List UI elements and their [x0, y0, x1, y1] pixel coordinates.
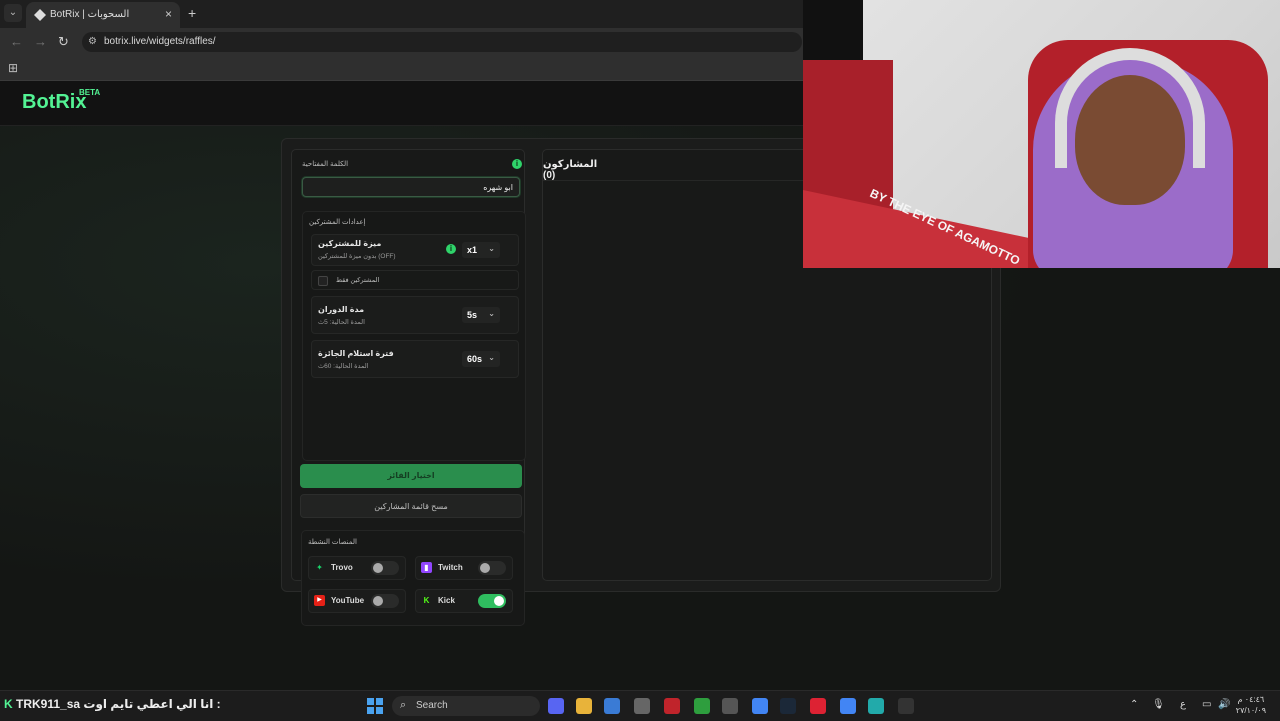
keyword-label: الكلمة المفتاحية — [302, 161, 349, 168]
beta-badge: BETA — [79, 88, 101, 97]
search-placeholder: Search — [416, 700, 448, 711]
subs-only-checkbox[interactable] — [318, 276, 328, 286]
forward-icon[interactable]: → — [34, 34, 47, 49]
kick-toggle[interactable] — [478, 594, 506, 608]
claim-time-row: فترة استلام الجائزة المدة الحالية: 60ث 6… — [311, 340, 519, 378]
chevron-down-icon: ⌄ — [488, 244, 495, 253]
app-icon[interactable] — [898, 698, 914, 714]
subs-only-label: المشتركين فقط — [336, 277, 380, 284]
sub-advantage-info-icon[interactable]: i — [446, 244, 456, 254]
volume-icon[interactable]: 🔊 — [1218, 699, 1230, 710]
clock-date: ٢٧/١٠/٠٩ — [1235, 706, 1266, 715]
spin-duration-row: مدة الدوران المدة الحالية: 5ث 5s ⌄ — [311, 296, 519, 334]
youtube-toggle[interactable] — [371, 594, 399, 608]
discord-icon[interactable] — [548, 698, 564, 714]
app-icon[interactable] — [722, 698, 738, 714]
sub-advantage-title: ميزة للمشتركين — [318, 239, 382, 248]
subscriber-settings: إعدادات المشتركين ميزة للمشتركين بدون مي… — [302, 211, 526, 461]
app-icon[interactable] — [868, 698, 884, 714]
chevron-up-icon[interactable]: ⌃ — [1130, 699, 1138, 710]
spin-duration-subtitle: المدة الحالية: 5ث — [318, 319, 365, 326]
app-icon[interactable] — [664, 698, 680, 714]
spin-duration-title: مدة الدوران — [318, 305, 365, 314]
trovo-icon: ✦ — [316, 563, 323, 572]
toggle-knob — [373, 596, 383, 606]
windows-start-icon[interactable] — [367, 698, 383, 714]
sub-advantage-row: ميزة للمشتركين بدون ميزة للمشتركين (OFF)… — [311, 234, 519, 266]
ticker-user: TRK911_sa — [16, 697, 81, 711]
clear-participants-button[interactable]: مسح قائمة المشاركين — [300, 494, 522, 518]
chrome-icon[interactable] — [840, 698, 856, 714]
clock[interactable]: ٠٤:٤٦ م ٢٧/١٠/٠٩ — [1236, 694, 1266, 716]
toggle-knob — [373, 563, 383, 573]
platform-name: Kick — [438, 596, 455, 605]
keyword-input[interactable]: ابو شهره — [302, 177, 520, 197]
apps-grid-icon[interactable]: ⊞ — [8, 61, 18, 75]
file-explorer-icon[interactable] — [576, 698, 592, 714]
browser-tab[interactable]: BotRix | السحوبات × — [26, 2, 180, 28]
close-icon[interactable]: × — [165, 7, 172, 21]
clock-time: ٠٤:٤٦ م — [1237, 695, 1265, 704]
taskbar: K TRK911_sa انا الي اعطي تايم اوت : ⌕ Se… — [0, 690, 1280, 721]
url-text: botrix.live/widgets/raffles/ — [104, 36, 216, 47]
twitch-icon: ▮ — [421, 562, 432, 573]
participants-title: المشاركون (0) — [543, 159, 598, 181]
tab-title: BotRix | السحوبات — [50, 9, 130, 20]
search-icon: ⌕ — [400, 699, 407, 711]
pick-winner-button[interactable]: اختيار الفائز — [300, 464, 522, 488]
sub-advantage-value: x1 — [467, 245, 478, 255]
spin-duration-value: 5s — [467, 310, 478, 320]
obs-icon[interactable] — [634, 698, 650, 714]
store-icon[interactable] — [604, 698, 620, 714]
xbox-icon[interactable] — [694, 698, 710, 714]
trovo-toggle[interactable] — [371, 561, 399, 575]
twitch-toggle[interactable] — [478, 561, 506, 575]
microphone-icon[interactable]: 🎙 — [1152, 699, 1165, 710]
claim-time-title: فترة استلام الجائزة — [318, 349, 394, 358]
chat-ticker: K TRK911_sa انا الي اعطي تايم اوت : — [4, 697, 221, 711]
toggle-knob — [480, 563, 490, 573]
platform-kick: K Kick — [415, 589, 513, 613]
sub-advantage-subtitle: بدون ميزة للمشتركين (OFF) — [318, 253, 396, 260]
claim-time-value: 60s — [467, 354, 483, 364]
url-field[interactable]: ⚙ botrix.live/widgets/raffles/ — [82, 32, 802, 52]
webcam-overlay: BY THE EYE OF AGAMOTTO — [803, 0, 1280, 268]
back-icon[interactable]: ← — [10, 34, 23, 49]
steam-icon[interactable] — [780, 698, 796, 714]
active-platforms: المنصات النشطة ✦ Trovo ▮ Twitch ▶ YouTub… — [301, 530, 525, 626]
new-tab-button[interactable]: + — [188, 5, 196, 21]
platform-twitch: ▮ Twitch — [415, 556, 513, 580]
kick-icon: K — [423, 596, 430, 605]
kick-icon: K — [4, 697, 13, 711]
subscriber-settings-label: إعدادات المشتركين — [309, 219, 366, 226]
reload-icon[interactable]: ↻ — [58, 34, 69, 50]
app-icon[interactable] — [810, 698, 826, 714]
botrix-logo[interactable]: BotRix — [22, 91, 86, 114]
subs-only-row[interactable]: المشتركين فقط — [311, 270, 519, 290]
claim-time-subtitle: المدة الحالية: 60ث — [318, 363, 369, 370]
platform-name: Twitch — [438, 563, 463, 572]
keyword-info-icon[interactable]: i — [512, 159, 522, 169]
toggle-knob — [494, 596, 504, 606]
botrix-favicon-icon — [34, 9, 46, 21]
youtube-icon: ▶ — [314, 595, 325, 606]
site-info-icon[interactable]: ⚙ — [88, 36, 97, 47]
platform-trovo: ✦ Trovo — [308, 556, 406, 580]
chrome-icon[interactable] — [752, 698, 768, 714]
ticker-text: انا الي اعطي تايم اوت : — [83, 697, 221, 711]
sub-advantage-select[interactable]: x1 ⌄ — [462, 242, 500, 258]
tab-search-button[interactable]: ⌄ — [4, 4, 22, 22]
language-indicator[interactable]: ع — [1180, 699, 1186, 710]
platform-name: YouTube — [331, 596, 365, 605]
platform-youtube: ▶ YouTube — [308, 589, 406, 613]
spin-duration-select[interactable]: 5s ⌄ — [462, 307, 500, 323]
chevron-down-icon: ⌄ — [488, 353, 495, 362]
taskbar-search[interactable]: ⌕ Search — [392, 696, 540, 716]
chevron-down-icon: ⌄ — [488, 309, 495, 318]
active-platforms-label: المنصات النشطة — [308, 539, 357, 546]
platform-name: Trovo — [331, 563, 353, 572]
claim-time-select[interactable]: 60s ⌄ — [462, 351, 500, 367]
network-icon[interactable]: ▭ — [1202, 699, 1211, 710]
